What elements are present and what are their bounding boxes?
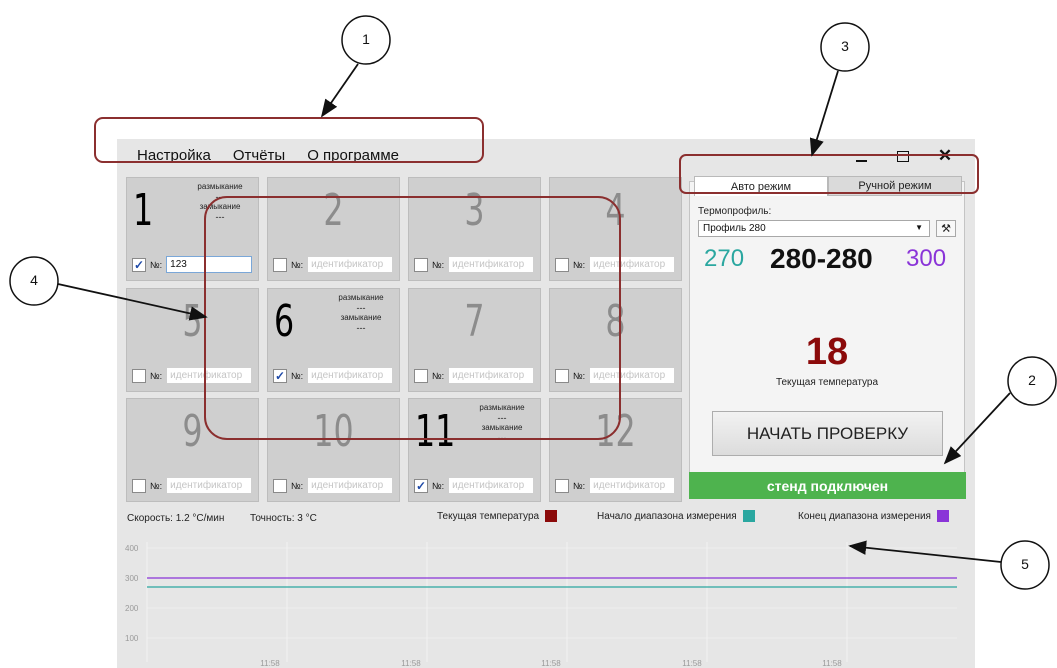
callout-4-arrow — [57, 283, 208, 321]
callout-2-arrow — [943, 392, 1011, 465]
callout-4-label: 4 — [30, 272, 38, 288]
callout-2-label: 2 — [1028, 372, 1036, 388]
highlight-box-tabs — [679, 154, 979, 194]
callout-5-label: 5 — [1021, 556, 1029, 572]
callout-3-arrow — [809, 70, 839, 157]
callout-1-arrow — [320, 63, 359, 118]
callout-3-label: 3 — [841, 38, 849, 54]
highlight-box-menu — [94, 117, 484, 163]
highlight-box-tiles — [204, 196, 621, 440]
annotation-overlay — [9, 15, 1057, 590]
annotated-screenshot: Настройка Отчёты О программе ✕ 1 размыка… — [0, 0, 1057, 668]
callout-5-arrow — [848, 540, 1002, 563]
callout-1-label: 1 — [362, 31, 370, 47]
